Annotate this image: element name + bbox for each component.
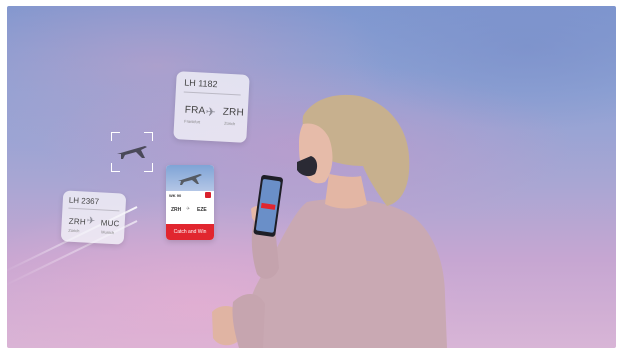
person-with-phone	[212, 94, 447, 348]
photo-frame: LH 1182 FRA Frankfurt ✈ ZRH Zürich LH 23…	[7, 6, 616, 348]
smartphone	[253, 175, 283, 237]
